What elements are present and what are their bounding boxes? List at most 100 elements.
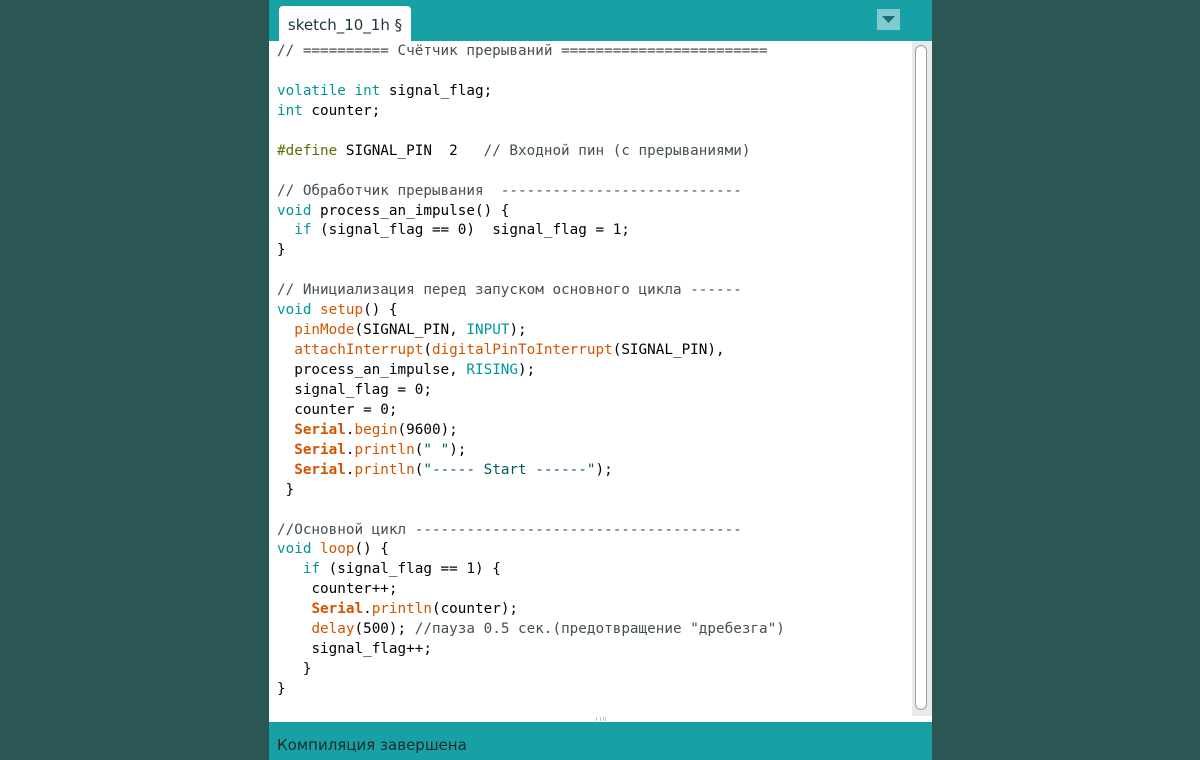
function-name: begin: [354, 421, 398, 438]
code-line-6: #define SIGNAL_PIN 2 // Входной пин (с п…: [277, 142, 785, 162]
function-name: digitalPinToInterrupt: [431, 342, 613, 359]
code-text-segment: (SIGNAL_PIN,: [354, 322, 467, 339]
code-line-25: //Основной цикл ------------------------…: [277, 521, 785, 541]
keyword: void: [277, 202, 312, 219]
code-text-segment: );: [595, 461, 613, 478]
code-line-27: if (signal_flag == 1) {: [277, 560, 785, 580]
object-name: Serial: [294, 441, 346, 458]
code-line-11: }: [277, 241, 785, 261]
code-line-23: }: [277, 481, 785, 501]
tab-sketch[interactable]: sketch_10_1h §: [279, 6, 411, 41]
comment: // Обработчик прерывания ---------------…: [277, 182, 742, 199]
code-text-segment: () {: [363, 302, 398, 319]
code-text-segment: signal_flag++;: [311, 641, 432, 658]
code-text-segment: );: [509, 322, 527, 339]
comment: //пауза 0.5 сек.(предотвращение "дребезг…: [414, 621, 785, 638]
keyword: if: [302, 561, 321, 578]
function-name: println: [354, 461, 415, 478]
code-text-segment: (counter);: [431, 601, 519, 618]
code-text-segment: signal_flag;: [380, 82, 493, 99]
code-line-19: counter = 0;: [277, 401, 785, 421]
preprocessor-directive: #define: [277, 142, 338, 159]
tab-menu-button[interactable]: [877, 9, 900, 30]
keyword: int: [277, 102, 303, 119]
code-text-segment: (signal_flag == 1) {: [320, 561, 501, 578]
keyword: volatile: [277, 82, 346, 99]
function-name: setup: [320, 302, 364, 319]
code-text-segment: () {: [354, 541, 389, 558]
function-name: pinMode: [294, 322, 355, 339]
function-name: println: [371, 601, 432, 618]
code-line-33: }: [277, 680, 785, 700]
comment: //Основной цикл ------------------------…: [277, 521, 742, 538]
code-text-segment: SIGNAL_PIN 2: [337, 142, 484, 159]
code-line-18: signal_flag = 0;: [277, 381, 785, 401]
comment: // ========== Счётчик прерываний =======…: [277, 43, 768, 59]
code-line-10: if (signal_flag == 0) signal_flag = 1;: [277, 221, 785, 241]
splitter-grip-icon[interactable]: [596, 717, 606, 721]
code-text-segment: }: [277, 242, 286, 259]
code-text-segment: (: [423, 342, 432, 359]
code-line-30: delay(500); //пауза 0.5 сек.(предотвраще…: [277, 620, 785, 640]
code-line-17: process_an_impulse, RISING);: [277, 361, 785, 381]
status-message: Компиляция завершена: [277, 736, 467, 754]
code-text-segment: (9600);: [397, 421, 458, 438]
object-name: Serial: [294, 421, 346, 438]
code-text-segment: process_an_impulse() {: [311, 202, 510, 219]
code-line-20: Serial.begin(9600);: [294, 421, 458, 438]
string-literal: "----- Start ------": [423, 461, 596, 478]
code-text-segment: counter = 0;: [294, 401, 398, 418]
constant: INPUT: [466, 322, 510, 339]
code-line-8: // Обработчик прерывания ---------------…: [277, 182, 785, 202]
function-name: loop: [320, 541, 355, 558]
keyword: int: [354, 82, 381, 99]
code-text-segment: signal_flag = 0;: [294, 381, 432, 398]
function-name: println: [354, 441, 415, 458]
object-name: Serial: [294, 461, 346, 478]
function-name: attachInterrupt: [294, 342, 424, 359]
code-line-13: // Инициализация перед запуском основног…: [277, 281, 785, 301]
code-text-segment: );: [449, 441, 467, 458]
keyword: void: [277, 541, 312, 558]
comment: // Входной пин (с прерываниями): [483, 142, 751, 159]
code-text[interactable]: // ========== Счётчик прерываний =======…: [277, 42, 785, 700]
code-text-segment: }: [277, 681, 286, 697]
code-line-15: pinMode(SIGNAL_PIN, INPUT);: [277, 321, 785, 341]
code-line-9: void process_an_impulse() {: [277, 202, 785, 222]
code-text-segment: process_an_impulse,: [294, 362, 467, 378]
code-text-segment: );: [518, 362, 536, 378]
code-text-segment: counter++;: [311, 581, 398, 598]
code-line-3: volatile int signal_flag;: [277, 82, 785, 102]
code-line-21: Serial.println(" ");: [294, 441, 467, 458]
tab-bar: sketch_10_1h §: [269, 0, 932, 41]
keyword: void: [277, 302, 312, 319]
scrollbar-thumb[interactable]: [915, 45, 927, 710]
code-line-16: attachInterrupt(digitalPinToInterrupt(SI…: [277, 341, 785, 361]
code-line-32: }: [277, 660, 785, 680]
vertical-scrollbar[interactable]: [912, 41, 932, 716]
function-name: delay: [311, 621, 355, 638]
code-text-segment: (signal_flag == 0) signal_flag = 1;: [311, 222, 630, 239]
code-text-segment: (SIGNAL_PIN),: [612, 342, 725, 359]
code-line-14: void setup() {: [277, 301, 785, 321]
code-editor[interactable]: // ========== Счётчик прерываний =======…: [269, 41, 932, 716]
code-line-4: int counter;: [277, 102, 785, 122]
code-line-26: void loop() {: [277, 540, 785, 560]
code-text-segment: (500);: [354, 621, 415, 638]
code-line-29: Serial.println(counter);: [311, 601, 519, 618]
code-text-segment: }: [277, 481, 295, 498]
comment: // Инициализация перед запуском основног…: [277, 282, 742, 299]
code-line-31: signal_flag++;: [277, 640, 785, 660]
status-bar: Компиляция завершена: [269, 722, 932, 760]
arduino-ide-window: sketch_10_1h § // ========== Счётчик пре…: [269, 0, 932, 760]
code-text-segment: counter;: [302, 102, 381, 119]
keyword: if: [294, 222, 312, 239]
editor-gutter: [269, 41, 273, 716]
code-line-1: // ========== Счётчик прерываний =======…: [277, 42, 785, 62]
code-line-22: Serial.println("----- Start ------");: [294, 461, 613, 478]
